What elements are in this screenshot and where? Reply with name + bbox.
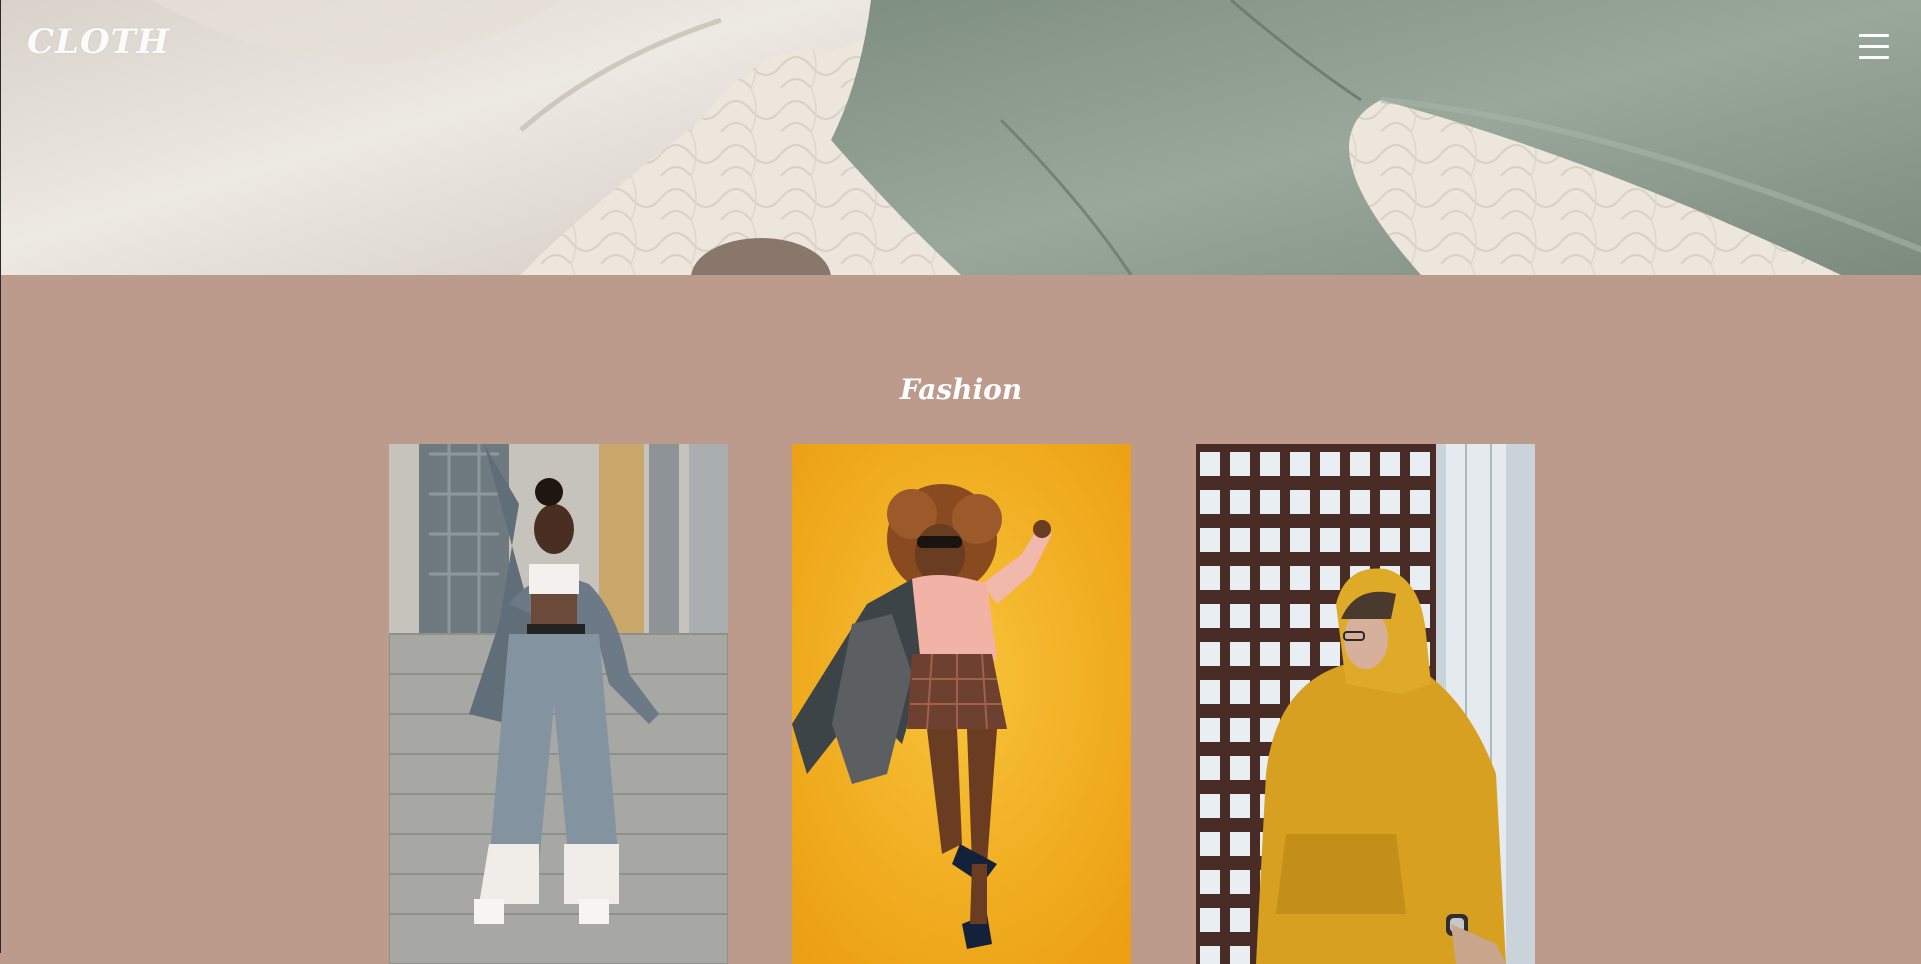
- fashion-section: Fashion: [0, 275, 1921, 964]
- brand-logo[interactable]: CLOTH: [27, 22, 170, 62]
- woman-yellow-background-jump-photo: [792, 444, 1131, 964]
- fashion-card-2[interactable]: [792, 444, 1131, 964]
- fashion-card-3[interactable]: [1196, 444, 1535, 964]
- man-yellow-hoodie-building-photo: [1196, 444, 1535, 964]
- hamburger-menu-icon[interactable]: [1859, 34, 1891, 60]
- menu-bar: [1859, 34, 1889, 37]
- hero-fabric-image: [1, 0, 1921, 275]
- fashion-card-1[interactable]: [389, 444, 728, 964]
- section-title: Fashion: [899, 373, 1023, 406]
- menu-bar: [1859, 56, 1889, 59]
- hero-banner: CLOTH: [0, 0, 1921, 275]
- woman-gray-suit-stairs-photo: [389, 444, 728, 964]
- menu-bar: [1859, 45, 1889, 48]
